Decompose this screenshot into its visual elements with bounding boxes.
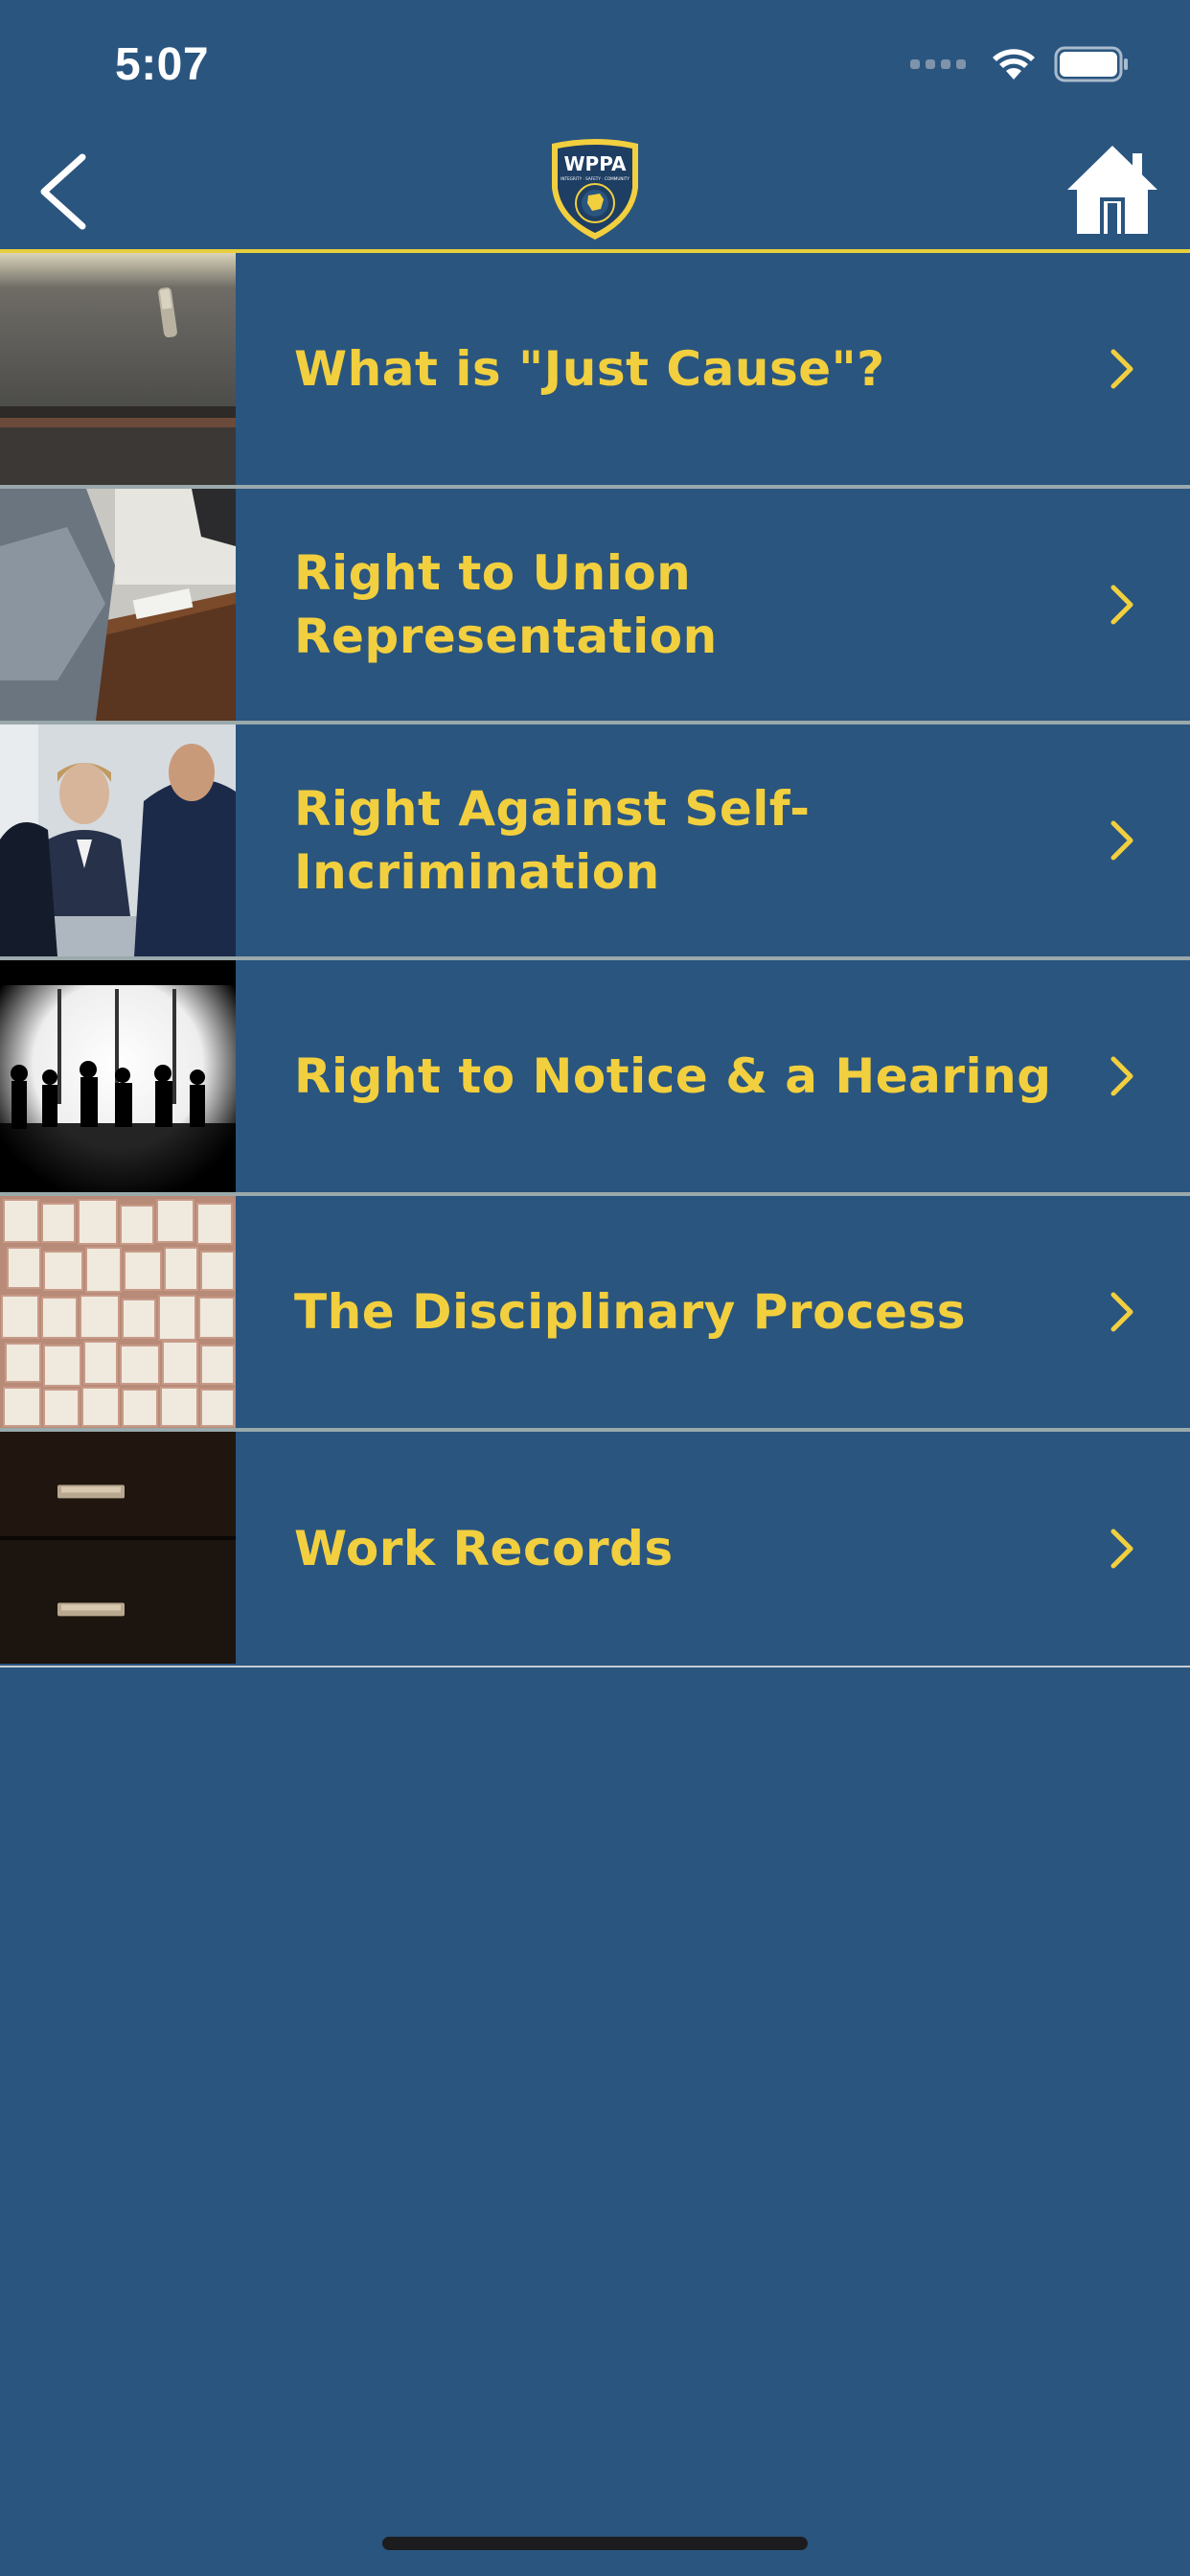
list-item-label: The Disciplinary Process <box>294 1284 966 1340</box>
chevron-left-icon <box>40 153 86 230</box>
book-pages-photo <box>0 1196 236 1428</box>
list-item-label: Right to Union Representation <box>294 545 718 664</box>
logo-motto: INTEGRITY · SAFETY · COMMUNITY <box>561 176 629 181</box>
logo-text: WPPA <box>563 152 627 175</box>
list-item-notice-hearing[interactable]: Right to Notice & a Hearing <box>0 960 1190 1196</box>
chevron-right-icon <box>1110 585 1133 625</box>
interview-photo <box>0 724 236 956</box>
wifi-icon <box>993 49 1035 80</box>
wppa-logo: WPPA INTEGRITY · SAFETY · COMMUNITY <box>546 136 644 243</box>
silhouettes-window-photo <box>0 960 236 1192</box>
list-item-just-cause[interactable]: What is "Just Cause"? <box>0 253 1190 489</box>
cellular-signal-icon <box>910 59 966 69</box>
file-drawers-photo <box>0 1432 236 1666</box>
status-time: 5:07 <box>115 39 210 90</box>
battery-icon <box>1054 46 1128 82</box>
home-indicator[interactable] <box>382 2537 808 2550</box>
navigation-bar: WPPA INTEGRITY · SAFETY · COMMUNITY <box>0 126 1190 249</box>
list-item-label: Work Records <box>294 1521 674 1576</box>
back-button[interactable] <box>29 150 105 234</box>
home-icon <box>1067 146 1157 234</box>
list-item-disciplinary-process[interactable]: The Disciplinary Process <box>0 1196 1190 1432</box>
pen-on-desk-photo <box>0 253 236 485</box>
list-item-work-records[interactable]: Work Records <box>0 1432 1190 1668</box>
status-icons <box>910 46 1131 82</box>
list-item-label: What is "Just Cause"? <box>294 341 885 397</box>
chevron-right-icon <box>1110 820 1133 861</box>
chevron-right-icon <box>1110 349 1133 389</box>
home-button[interactable] <box>1065 144 1159 236</box>
status-bar: 5:07 <box>0 0 1190 126</box>
list-item-label: Right Against Self-Incrimination <box>294 781 811 900</box>
topic-list: What is "Just Cause"? Right to Union Rep… <box>0 253 1190 1668</box>
list-item-self-incrimination[interactable]: Right Against Self-Incrimination <box>0 724 1190 960</box>
chevron-right-icon <box>1110 1056 1133 1096</box>
people-at-table-photo <box>0 489 236 721</box>
chevron-right-icon <box>1110 1529 1133 1569</box>
list-item-label: Right to Notice & a Hearing <box>294 1048 1052 1104</box>
list-item-union-representation[interactable]: Right to Union Representation <box>0 489 1190 724</box>
chevron-right-icon <box>1110 1292 1133 1332</box>
